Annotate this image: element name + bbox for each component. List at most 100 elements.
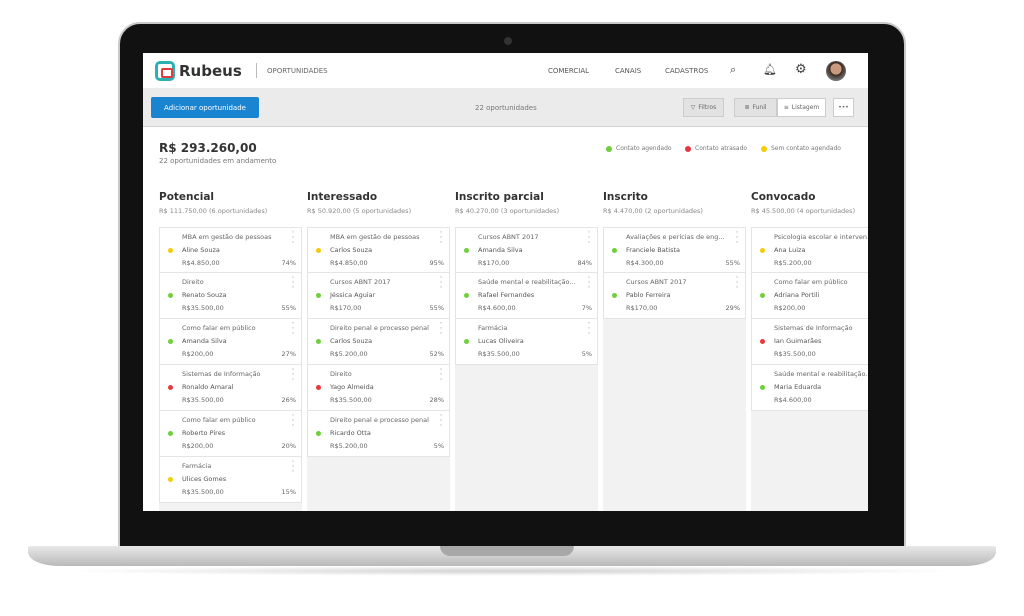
opportunity-card[interactable]: Direito penal e processo penal Carlos Sou…: [307, 319, 450, 365]
kebab-menu-icon[interactable]: · · ·: [587, 274, 591, 293]
kebab-menu-icon[interactable]: · · ·: [291, 274, 295, 293]
status-dot-icon: [168, 248, 173, 253]
status-dot-icon: [168, 385, 173, 390]
kebab-menu-icon[interactable]: · · ·: [291, 458, 295, 477]
card-probability: 15%: [281, 488, 296, 496]
opportunity-card[interactable]: Como falar em público Amanda Silva R$200,0…: [159, 319, 302, 365]
opportunity-card[interactable]: Psicologia escolar e interven... Ana Luiz…: [751, 227, 868, 273]
kebab-menu-icon[interactable]: · · ·: [439, 320, 443, 339]
card-value: R$35.500,00: [774, 350, 816, 358]
column-subtitle: R$ 45.500,00 (4 oportunidades): [751, 207, 856, 215]
nav-cadastros[interactable]: CADASTROS: [665, 67, 708, 75]
card-value: R$200,00: [182, 442, 214, 450]
opportunity-card[interactable]: Como falar em público Adriana Portili R$20…: [751, 273, 868, 319]
list-label: Listagem: [791, 104, 820, 111]
card-contact: Renato Souza: [182, 291, 227, 299]
legend-item: Sem contato agendado: [761, 145, 841, 152]
status-dot-icon: [464, 339, 469, 344]
logo-icon: [155, 61, 175, 81]
opportunity-card[interactable]: MBA em gestão de pessoas Carlos Souza R$4.…: [307, 227, 450, 273]
opportunity-card[interactable]: Farmácia Ulices Gomes R$35.500,00 15% · · ·: [159, 457, 302, 503]
opportunity-card[interactable]: Direito Yago Almeida R$35.500,00 28% · · ·: [307, 365, 450, 411]
avatar[interactable]: [826, 61, 846, 81]
card-course: Avaliações e perícias de eng...: [626, 233, 725, 241]
kebab-menu-icon[interactable]: · · ·: [291, 412, 295, 431]
status-dot-icon: [685, 145, 691, 152]
opportunity-card[interactable]: Cursos ABNT 2017 Jéssica Aguiar R$170,00 55…: [307, 273, 450, 319]
card-probability: 20%: [281, 442, 296, 450]
status-dot-icon: [761, 145, 767, 152]
filters-label: Filtros: [698, 104, 717, 111]
kebab-menu-icon[interactable]: · · ·: [587, 229, 591, 248]
column-title: Potencial: [159, 191, 215, 203]
nav-canais[interactable]: CANAIS: [615, 67, 641, 75]
opportunity-card[interactable]: Direito penal e processo penal Ricardo Ot…: [307, 411, 450, 457]
card-course: Cursos ABNT 2017: [330, 278, 391, 286]
kebab-menu-icon[interactable]: · · ·: [439, 366, 443, 385]
card-course: MBA em gestão de pessoas: [182, 233, 272, 241]
status-dot-icon: [606, 145, 612, 152]
opportunity-card[interactable]: Cursos ABNT 2017 Pablo Ferreira R$170,00 29…: [603, 273, 746, 319]
card-value: R$5.200,00: [330, 442, 368, 450]
kanban-column: Inscrito parcial R$ 40.270,00 (3 oportuni…: [455, 191, 598, 511]
card-value: R$35.500,00: [182, 488, 224, 496]
logo[interactable]: Rubeus: [155, 61, 242, 81]
card-value: R$4.300,00: [626, 259, 664, 267]
card-probability: 55%: [281, 304, 296, 312]
status-dot-icon: [612, 293, 617, 298]
status-dot-icon: [316, 431, 321, 436]
bell-icon[interactable]: 🔔︎: [763, 63, 777, 76]
kebab-menu-icon[interactable]: · · ·: [291, 320, 295, 339]
opportunity-card[interactable]: MBA em gestão de pessoas Aline Souza R$4.8…: [159, 227, 302, 273]
gear-icon[interactable]: ⚙: [795, 62, 807, 77]
kebab-menu-icon[interactable]: · · ·: [735, 274, 739, 293]
camera-icon: [504, 37, 512, 45]
card-course: Direito: [182, 278, 204, 286]
opportunity-card[interactable]: Sistemas de Informação Ian Guimarães R$35.…: [751, 319, 868, 365]
card-contact: Ronaldo Amaral: [182, 383, 234, 391]
card-course: Como falar em público: [774, 278, 848, 286]
status-dot-icon: [316, 339, 321, 344]
card-contact: Rafael Fernandes: [478, 291, 535, 299]
opportunity-card[interactable]: Farmácia Lucas Oliveira R$35.500,00 5% · · ·: [455, 319, 598, 365]
opportunity-card[interactable]: Avaliações e perícias de eng... Franciele…: [603, 227, 746, 273]
card-value: R$4.850,00: [330, 259, 368, 267]
card-course: MBA em gestão de pessoas: [330, 233, 420, 241]
nav-comercial[interactable]: COMERCIAL: [548, 67, 589, 75]
list-view-button[interactable]: ≡ Listagem: [777, 98, 826, 117]
kebab-menu-icon[interactable]: · · ·: [587, 320, 591, 339]
card-course: Cursos ABNT 2017: [478, 233, 539, 241]
kebab-menu-icon[interactable]: · · ·: [291, 366, 295, 385]
funnel-label: Funil: [752, 104, 767, 111]
column-subtitle: R$ 111.750,00 (6 oportunidades): [159, 207, 268, 215]
laptop-shadow: [60, 566, 964, 576]
opportunity-count: 22 oportunidades: [475, 104, 537, 112]
column-subtitle: R$ 4.470,00 (2 oportunidades): [603, 207, 703, 215]
opportunity-card[interactable]: Direito Renato Souza R$35.500,00 55% · · ·: [159, 273, 302, 319]
add-opportunity-button[interactable]: Adicionar oportunidade: [151, 97, 259, 118]
search-icon[interactable]: ⌕: [730, 63, 736, 77]
column-title: Interessado: [307, 191, 378, 203]
funnel-view-button[interactable]: ≣ Funil: [734, 98, 777, 117]
legend-label: Contato atrasado: [695, 145, 748, 152]
total-subtitle: 22 oportunidades em andamento: [159, 157, 277, 165]
opportunity-card[interactable]: Sistemas de Informação Ronaldo Amaral R$35…: [159, 365, 302, 411]
card-course: Sistemas de Informação: [182, 370, 261, 378]
kebab-menu-icon[interactable]: · · ·: [439, 412, 443, 431]
opportunity-card[interactable]: Saúde mental e reabilitação... Maria Edua…: [751, 365, 868, 411]
opportunity-card[interactable]: Como falar em público Roberto Pires R$200,…: [159, 411, 302, 457]
kebab-menu-icon[interactable]: · · ·: [439, 229, 443, 248]
more-button[interactable]: •••: [833, 98, 854, 117]
card-probability: 55%: [725, 259, 740, 267]
kebab-menu-icon[interactable]: · · ·: [291, 229, 295, 248]
status-dot-icon: [760, 248, 765, 253]
opportunity-card[interactable]: Saúde mental e reabilitação... Rafael Fer…: [455, 273, 598, 319]
kebab-menu-icon[interactable]: · · ·: [735, 229, 739, 248]
card-contact: Maria Eduarda: [774, 383, 822, 391]
opportunity-card[interactable]: Cursos ABNT 2017 Amanda Silva R$170,00 84% ·…: [455, 227, 598, 273]
card-probability: 28%: [429, 396, 444, 404]
filters-button[interactable]: ▽ Filtros: [683, 98, 724, 117]
column-cards: MBA em gestão de pessoas Carlos Souza R$4.…: [307, 227, 450, 511]
column-title: Inscrito: [603, 191, 648, 203]
kebab-menu-icon[interactable]: · · ·: [439, 274, 443, 293]
